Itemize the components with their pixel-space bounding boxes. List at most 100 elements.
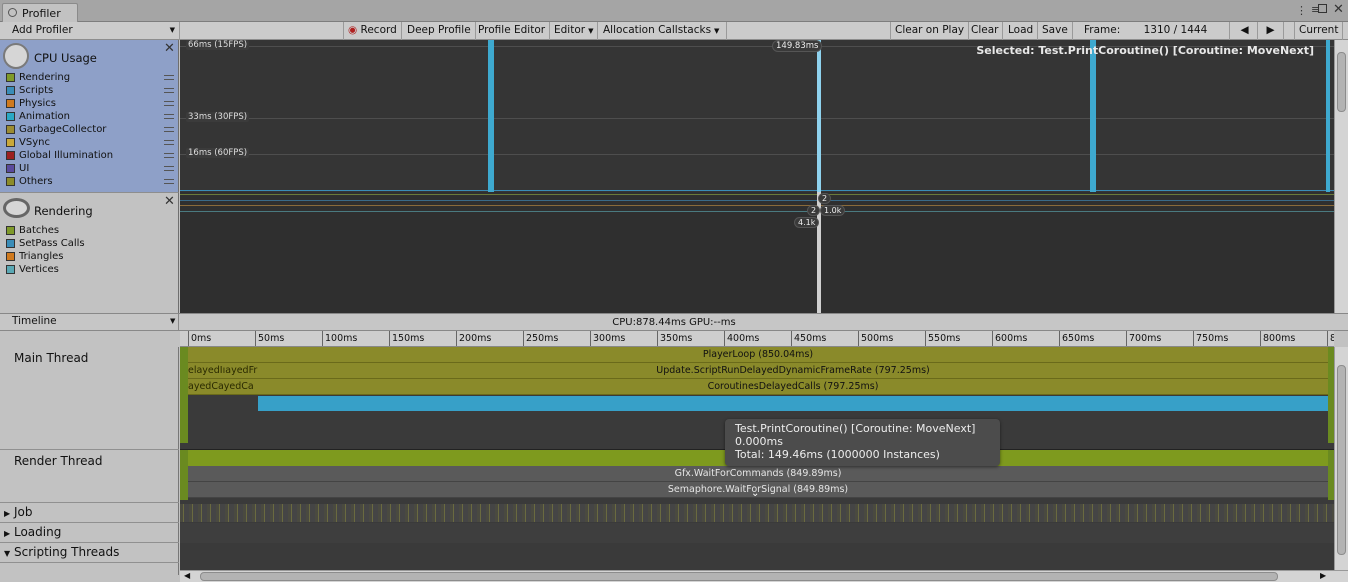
rendering-legend-item[interactable]: SetPass Calls [6, 237, 85, 250]
cpu-usage-graph[interactable]: 66ms (15FPS) 33ms (30FPS) 16ms (60FPS) 1… [180, 40, 1334, 192]
group-scripting-threads[interactable]: ▼ Scripting Threads [0, 543, 179, 563]
legend-swatch[interactable] [6, 238, 15, 248]
timeline-horizontal-scrollbar[interactable]: ◀ ▶ [180, 570, 1348, 582]
legend-swatch[interactable] [6, 163, 15, 173]
legend-swatch[interactable] [6, 251, 15, 261]
clear-button[interactable]: Clear [967, 22, 1004, 40]
cpu-legend-item[interactable]: Others [6, 175, 53, 188]
record-button[interactable]: ◉ Record [343, 22, 402, 40]
drag-handle-icon[interactable] [164, 88, 174, 93]
triangle-right-icon: ▶ [1266, 24, 1275, 36]
editor-dropdown[interactable]: Editor ▼ [550, 22, 599, 40]
frame-indicator: Frame: 1310 / 1444 [1078, 22, 1230, 40]
ruler-tick: 800ms [1260, 331, 1295, 346]
triangle-right-icon[interactable]: ▶ [1320, 571, 1326, 580]
prev-frame-button[interactable]: ◀ [1232, 22, 1258, 40]
profile-editor-button[interactable]: Profile Editor [474, 22, 551, 40]
tab-profiler[interactable]: Profiler [2, 3, 78, 22]
allocation-callstacks-dropdown[interactable]: Allocation Callstacks ▼ [599, 22, 727, 40]
triangle-left-icon[interactable]: ◀ [184, 571, 190, 580]
rendering-legend-item[interactable]: Batches [6, 224, 59, 237]
cpu-usage-module[interactable]: CPU Usage ✕ Rendering Scripts Physics Anima… [0, 40, 179, 192]
legend-swatch[interactable] [6, 137, 15, 147]
legend-swatch[interactable] [6, 264, 15, 274]
close-icon[interactable]: ✕ [164, 41, 175, 56]
rendering-value-pill: 2 [818, 193, 832, 204]
legend-swatch[interactable] [6, 225, 15, 235]
rendering-graph[interactable]: 2 2 1.0k 4.1k [180, 192, 1334, 313]
ruler-tick: 50ms [255, 331, 284, 346]
editor-label: Editor [554, 24, 586, 36]
sample-playerloop[interactable]: PlayerLoop (850.04ms) [188, 347, 1328, 363]
legend-swatch[interactable] [6, 85, 15, 95]
drag-handle-icon[interactable] [164, 153, 174, 158]
cpu-legend-item[interactable]: GarbageCollector [6, 123, 106, 136]
rendering-value-pill: 2 [807, 205, 821, 216]
sample-update-script[interactable]: Update.ScriptRunDelayedDynamicFrameRate … [258, 363, 1328, 379]
sample-delayed-left[interactable]: elayedIıayedFr [188, 363, 258, 379]
scrollbar-thumb[interactable] [200, 572, 1278, 581]
drag-handle-icon[interactable] [164, 114, 174, 119]
graph-label-33ms: 33ms (30FPS) [186, 112, 250, 122]
rendering-module[interactable]: Rendering ✕ Batches SetPass Calls Triangle… [0, 192, 179, 313]
sample-gfx-wait[interactable]: Gfx.WaitForCommands (849.89ms) [188, 466, 1328, 482]
sample-coroutines[interactable]: CoroutinesDelayedCalls (797.25ms) [258, 379, 1328, 395]
drag-handle-icon[interactable] [164, 179, 174, 184]
sample-delayed-left[interactable]: ayedCayedCa [188, 379, 258, 395]
legend-swatch[interactable] [6, 150, 15, 160]
save-button[interactable]: Save [1038, 22, 1073, 40]
deep-profile-button[interactable]: Deep Profile [403, 22, 476, 40]
legend-swatch[interactable] [6, 98, 15, 108]
cpu-gpu-times: CPU:878.44ms GPU:--ms [612, 317, 736, 328]
cpu-spike [1090, 40, 1096, 192]
group-loading[interactable]: ▶ Loading [0, 523, 179, 543]
cpu-legend-item[interactable]: Animation [6, 110, 70, 123]
ruler-tick: 500ms [858, 331, 893, 346]
close-icon[interactable]: ✕ [1333, 2, 1344, 17]
chevron-down-icon: ⌄ [751, 488, 760, 499]
drag-handle-icon[interactable] [164, 166, 174, 171]
cpu-legend-item[interactable]: Physics [6, 97, 56, 110]
rendering-value-pill: 4.1k [794, 217, 820, 228]
group-scripting-label: Scripting Threads [13, 545, 120, 559]
time-ruler[interactable]: 0ms 50ms 100ms 150ms 200ms 250ms 300ms 350ms 400… [180, 331, 1334, 347]
graph-vertical-scrollbar[interactable] [1334, 40, 1348, 313]
legend-swatch[interactable] [6, 124, 15, 134]
clear-on-play-button[interactable]: Clear on Play [890, 22, 970, 40]
loading-band [180, 523, 1334, 543]
sample-print-coroutine[interactable] [258, 396, 1328, 411]
rendering-legend-item[interactable]: Triangles [6, 250, 63, 263]
drag-handle-icon[interactable] [164, 75, 174, 80]
current-frame-button[interactable]: Current [1294, 22, 1344, 40]
drag-handle-icon[interactable] [164, 101, 174, 106]
legend-swatch[interactable] [6, 111, 15, 121]
selected-frame-value: 149.83ms [772, 40, 823, 52]
cpu-legend-item[interactable]: UI [6, 162, 29, 175]
cpu-legend-item[interactable]: Global Illumination [6, 149, 113, 162]
drag-handle-icon[interactable] [164, 140, 174, 145]
ruler-tick: 750ms [1193, 331, 1228, 346]
legend-swatch[interactable] [6, 176, 15, 186]
cpu-legend-item[interactable]: Scripts [6, 84, 53, 97]
thread-main[interactable]: Main Thread [0, 347, 179, 450]
group-job[interactable]: ▶ Job [0, 503, 179, 523]
view-mode-dropdown[interactable]: Timeline ▼ [0, 313, 179, 331]
rendering-legend-item[interactable]: Vertices [6, 263, 59, 276]
setpass-line [180, 200, 1334, 201]
cpu-legend-item[interactable]: Rendering [6, 71, 70, 84]
frame-value: 1310 / 1444 [1143, 24, 1208, 36]
drag-handle-icon[interactable] [164, 127, 174, 132]
ruler-tick: 200ms [456, 331, 491, 346]
next-frame-button[interactable]: ▶ [1258, 22, 1284, 40]
kebab-icon[interactable]: ⋮ [1296, 4, 1307, 17]
scrollbar-thumb[interactable] [1337, 365, 1346, 555]
load-button[interactable]: Load [1004, 22, 1039, 40]
add-profiler-dropdown[interactable]: Add Profiler ▼ [0, 22, 180, 40]
legend-swatch[interactable] [6, 72, 15, 82]
cpu-legend-item[interactable]: VSync [6, 136, 50, 149]
thread-render[interactable]: Render Thread [0, 450, 179, 503]
close-icon[interactable]: ✕ [164, 194, 175, 209]
timeline-vertical-scrollbar[interactable] [1334, 347, 1348, 570]
maximize-icon[interactable] [1318, 4, 1327, 13]
scrollbar-thumb[interactable] [1337, 52, 1346, 112]
